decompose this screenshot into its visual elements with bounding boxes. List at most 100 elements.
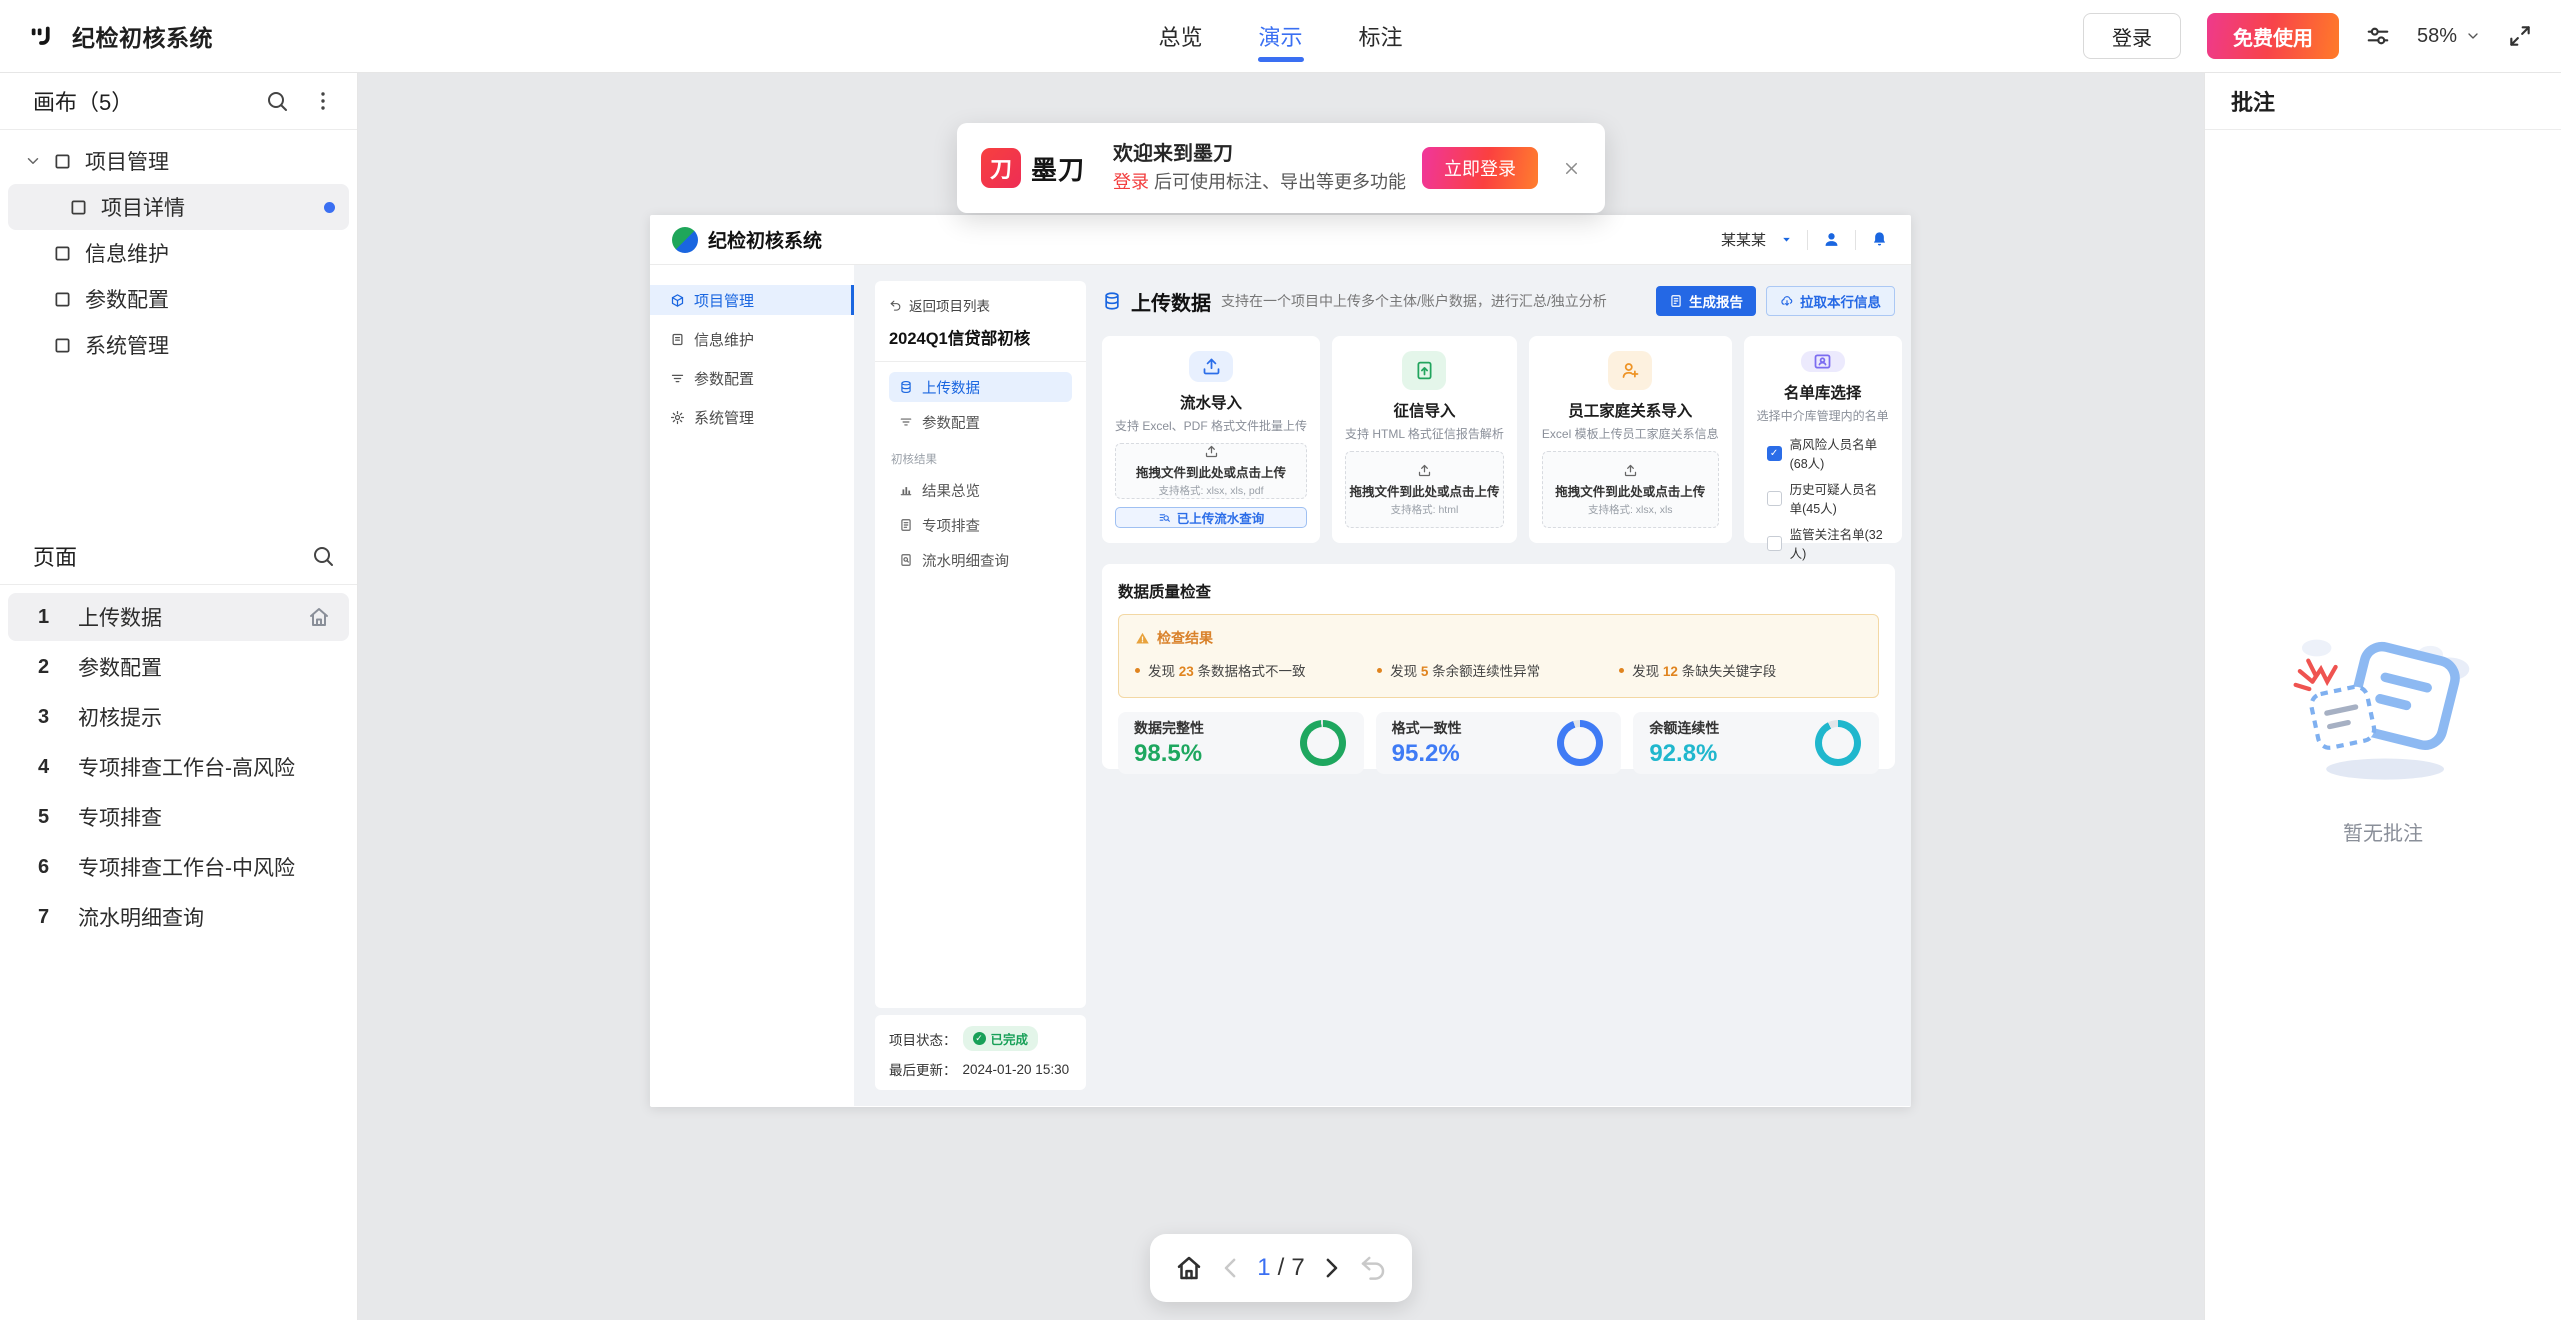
- mockup-nav-label: 项目管理: [694, 290, 754, 311]
- back-label: 返回项目列表: [909, 295, 990, 315]
- dropzone-formats: 支持格式: xlsx, xls, pdf: [1159, 483, 1264, 498]
- project-title: 2024Q1信贷部初核: [889, 325, 1072, 349]
- fullscreen-icon[interactable]: [2507, 23, 2533, 49]
- canvas-tree-item[interactable]: 项目详情: [8, 184, 349, 230]
- settings-sliders-icon[interactable]: [2365, 23, 2391, 49]
- annotations-title: 批注: [2205, 73, 2561, 130]
- bell-icon[interactable]: [1870, 230, 1889, 249]
- cloud-download-icon: [1780, 294, 1794, 308]
- tab-标注[interactable]: 标注: [1355, 0, 1407, 73]
- zoom-control[interactable]: 58%: [2417, 25, 2481, 48]
- canvas-item-label: 项目详情: [101, 192, 185, 222]
- checkbox-icon[interactable]: [1767, 491, 1782, 506]
- page-label: 上传数据: [78, 602, 162, 632]
- prev-page-icon[interactable]: [1216, 1253, 1246, 1283]
- page-row-专项排查工作台-中风险[interactable]: 6专项排查工作台-中风险: [8, 843, 349, 891]
- fetch-bank-info-label: 拉取本行信息: [1800, 291, 1881, 311]
- canvas-tree-item[interactable]: 项目管理: [8, 138, 349, 184]
- page-label: 专项排查工作台-中风险: [78, 852, 295, 882]
- page-row-初核提示[interactable]: 3初核提示: [8, 693, 349, 741]
- mockup-nav-信息维护[interactable]: 信息维护: [650, 324, 854, 354]
- home-icon[interactable]: [1174, 1253, 1204, 1283]
- fetch-bank-info-button[interactable]: 拉取本行信息: [1766, 286, 1895, 316]
- upload-icon-tile: [1189, 351, 1233, 382]
- mockup-nav-系统管理[interactable]: 系统管理: [650, 402, 854, 432]
- name-list-option[interactable]: 监管关注名单(32人): [1767, 524, 1889, 562]
- metric-donut-gauge: [1300, 720, 1346, 766]
- empty-annotations-text: 暂无批注: [2205, 817, 2561, 846]
- page-label: 流水明细查询: [78, 902, 204, 932]
- brand-name: 墨刀: [1031, 150, 1085, 187]
- free-use-button[interactable]: 免费使用: [2207, 13, 2339, 59]
- login-now-button[interactable]: 立即登录: [1422, 147, 1538, 189]
- mockup-nav-项目管理[interactable]: 项目管理: [650, 285, 854, 315]
- upload-card-desc: 支持 HTML 格式征信报告解析: [1345, 425, 1504, 442]
- page-label: 初核提示: [78, 702, 162, 732]
- warning-icon: [1135, 631, 1150, 646]
- name-list-option[interactable]: ✓ 高风险人员名单(68人): [1767, 434, 1889, 472]
- back-to-projects[interactable]: 返回项目列表: [889, 295, 1072, 315]
- page-number: 5: [38, 806, 70, 829]
- pages-panel-title: 页面: [33, 540, 77, 572]
- name-list-option[interactable]: 历史可疑人员名单(45人): [1767, 479, 1889, 517]
- banner-subtitle: 登录 后可使用标注、导出等更多功能: [1113, 169, 1406, 195]
- tab-总览[interactable]: 总览: [1154, 0, 1206, 73]
- canvas-item-label: 项目管理: [85, 146, 169, 176]
- more-options-icon[interactable]: [311, 89, 335, 113]
- upload-icon: [1623, 463, 1638, 478]
- zoom-level: 58%: [2417, 25, 2457, 48]
- mockup-nav-参数配置[interactable]: 参数配置: [650, 363, 854, 393]
- tab-演示[interactable]: 演示: [1254, 0, 1306, 73]
- page-row-参数配置[interactable]: 2参数配置: [8, 643, 349, 691]
- upload-card-title: 名单库选择: [1784, 381, 1862, 403]
- search-icon[interactable]: [265, 89, 289, 113]
- updated-label: 最后更新：: [889, 1059, 957, 1079]
- page-row-流水明细查询[interactable]: 7流水明细查询: [8, 893, 349, 941]
- login-link[interactable]: 登录: [1113, 172, 1149, 192]
- close-icon[interactable]: [1562, 159, 1581, 178]
- bullet-icon: [1135, 668, 1140, 673]
- panel-menu-label: 参数配置: [922, 412, 980, 433]
- panel-menu-参数配置[interactable]: 参数配置: [889, 407, 1072, 437]
- id-card-icon-tile: [1801, 351, 1845, 372]
- upload-card-员工家庭关系导入: 员工家庭关系导入 Excel 模板上传员工家庭关系信息拖拽文件到此处或点击上传支持…: [1529, 336, 1732, 543]
- quality-title: 数据质量检查: [1118, 580, 1879, 602]
- user-icon[interactable]: [1822, 230, 1841, 249]
- checkbox-icon[interactable]: [1767, 536, 1782, 551]
- page-row-上传数据[interactable]: 1上传数据: [8, 593, 349, 641]
- canvas-item-label: 信息维护: [85, 238, 169, 268]
- user-name[interactable]: 某某某: [1721, 229, 1766, 250]
- generate-report-label: 生成报告: [1689, 291, 1743, 311]
- upload-card-title: 员工家庭关系导入: [1568, 399, 1692, 421]
- login-button[interactable]: 登录: [2083, 13, 2181, 59]
- panel-menu-结果总览[interactable]: 结果总览: [889, 475, 1072, 505]
- left-sidebar: 画布（5） 项目管理项目详情信息维护参数配置系统管理 页面 1上传数据2参数配置…: [0, 73, 358, 1320]
- panel-menu-流水明细查询[interactable]: 流水明细查询: [889, 545, 1072, 575]
- panel-menu-上传数据[interactable]: 上传数据: [889, 372, 1072, 402]
- canvas-tree-item[interactable]: 参数配置: [8, 276, 349, 322]
- page-row-专项排查[interactable]: 5专项排查: [8, 793, 349, 841]
- upload-icon: [1417, 463, 1432, 478]
- restart-icon[interactable]: [1358, 1253, 1388, 1283]
- file-dropzone[interactable]: 拖拽文件到此处或点击上传支持格式: xlsx, xls: [1542, 451, 1719, 528]
- option-label: 高风险人员名单(68人): [1790, 434, 1889, 472]
- file-dropzone[interactable]: 拖拽文件到此处或点击上传支持格式: xlsx, xls, pdf: [1115, 443, 1307, 499]
- presentation-canvas[interactable]: 刀 墨刀 欢迎来到墨刀 登录 后可使用标注、导出等更多功能 立即登录 纪检初核系…: [358, 73, 2204, 1320]
- modao-logo-icon: [28, 21, 58, 51]
- file-dropzone[interactable]: 拖拽文件到此处或点击上传支持格式: html: [1345, 451, 1504, 528]
- mockup-nav-label: 系统管理: [694, 407, 754, 428]
- page-row-专项排查工作台-高风险[interactable]: 4专项排查工作台-高风险: [8, 743, 349, 791]
- uploaded-flow-query-button[interactable]: 已上传流水查询: [1115, 507, 1307, 528]
- generate-report-button[interactable]: 生成报告: [1656, 286, 1756, 316]
- upload-card-名单库选择: 名单库选择选择中介库管理内的名单✓高风险人员名单(68人)历史可疑人员名单(45…: [1744, 336, 1902, 543]
- frame-icon: [52, 243, 73, 264]
- panel-menu-专项排查[interactable]: 专项排查: [889, 510, 1072, 540]
- checkbox-checked-icon[interactable]: ✓: [1767, 446, 1782, 461]
- canvas-tree-item[interactable]: 系统管理: [8, 322, 349, 368]
- next-page-icon[interactable]: [1316, 1253, 1346, 1283]
- search-icon[interactable]: [311, 544, 335, 568]
- metric-info: 格式一致性95.2%: [1392, 718, 1462, 768]
- upload-card-desc: Excel 模板上传员工家庭关系信息: [1542, 425, 1719, 442]
- canvas-tree-item[interactable]: 信息维护: [8, 230, 349, 276]
- presentation-toolbar: 1 / 7: [1150, 1234, 1412, 1302]
